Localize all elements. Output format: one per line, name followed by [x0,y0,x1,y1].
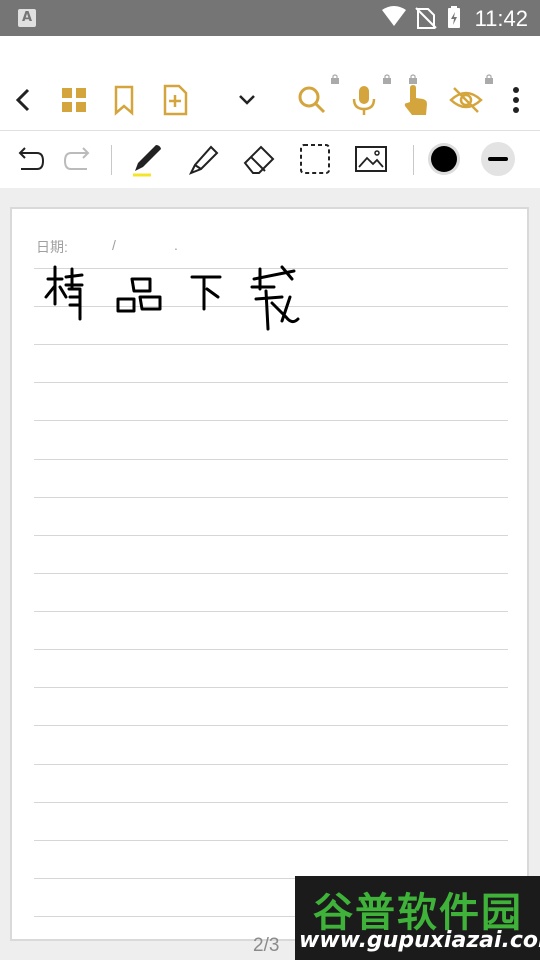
chevron-down-icon[interactable] [229,82,265,118]
divider [413,145,414,175]
top-toolbar [0,36,540,131]
ruled-line [34,649,508,650]
handwriting-strokes [44,265,300,331]
status-bar: A 11:42 [0,0,540,36]
ruled-line [34,611,508,612]
add-page-icon[interactable] [157,82,193,118]
back-icon[interactable] [6,82,42,118]
watermark-url: www.gupuxiazai.com [299,928,540,953]
ruled-line [34,535,508,536]
ruled-line [34,802,508,803]
lock-icon [485,74,493,84]
more-icon[interactable] [498,82,534,118]
app-notification-icon: A [18,9,36,27]
ruled-line [34,573,508,574]
grid-view-icon[interactable] [56,82,92,118]
touch-icon[interactable] [397,82,433,118]
lasso-select-icon[interactable] [297,141,333,177]
wifi-icon [382,6,406,26]
ruled-line [34,420,508,421]
redo-icon[interactable] [61,141,97,177]
clock: 11:42 [474,6,528,31]
bookmark-icon[interactable] [106,82,142,118]
eraser-icon[interactable] [241,141,277,177]
ruled-line [34,764,508,765]
image-icon[interactable] [353,141,389,177]
lock-icon [331,74,339,84]
ruled-line [34,840,508,841]
hide-icon[interactable] [448,82,484,118]
color-swatch[interactable] [426,141,462,177]
no-sim-icon [415,7,437,29]
note-page[interactable]: 日期: / . [10,207,529,941]
ruled-line [34,344,508,345]
page-indicator: 2/3 [253,935,280,956]
date-label: 日期: [36,239,68,255]
lock-icon [383,74,391,84]
status-icons [382,6,460,29]
ruled-line [34,687,508,688]
pen-icon[interactable] [129,141,165,177]
ruled-line [34,382,508,383]
ruled-line [34,725,508,726]
battery-icon [448,6,460,28]
date-separator: / [112,237,116,253]
date-separator: . [174,237,178,253]
stroke-width-icon[interactable] [480,141,516,177]
undo-icon[interactable] [11,141,47,177]
microphone-icon[interactable] [346,82,382,118]
highlighter-icon[interactable] [185,141,221,177]
lock-icon [409,74,417,84]
watermark: 谷普软件园 www.gupuxiazai.com [295,876,540,960]
divider [111,145,112,175]
ruled-line [34,497,508,498]
search-icon[interactable] [294,82,330,118]
drawing-toolbar [0,131,540,187]
ruled-line [34,459,508,460]
